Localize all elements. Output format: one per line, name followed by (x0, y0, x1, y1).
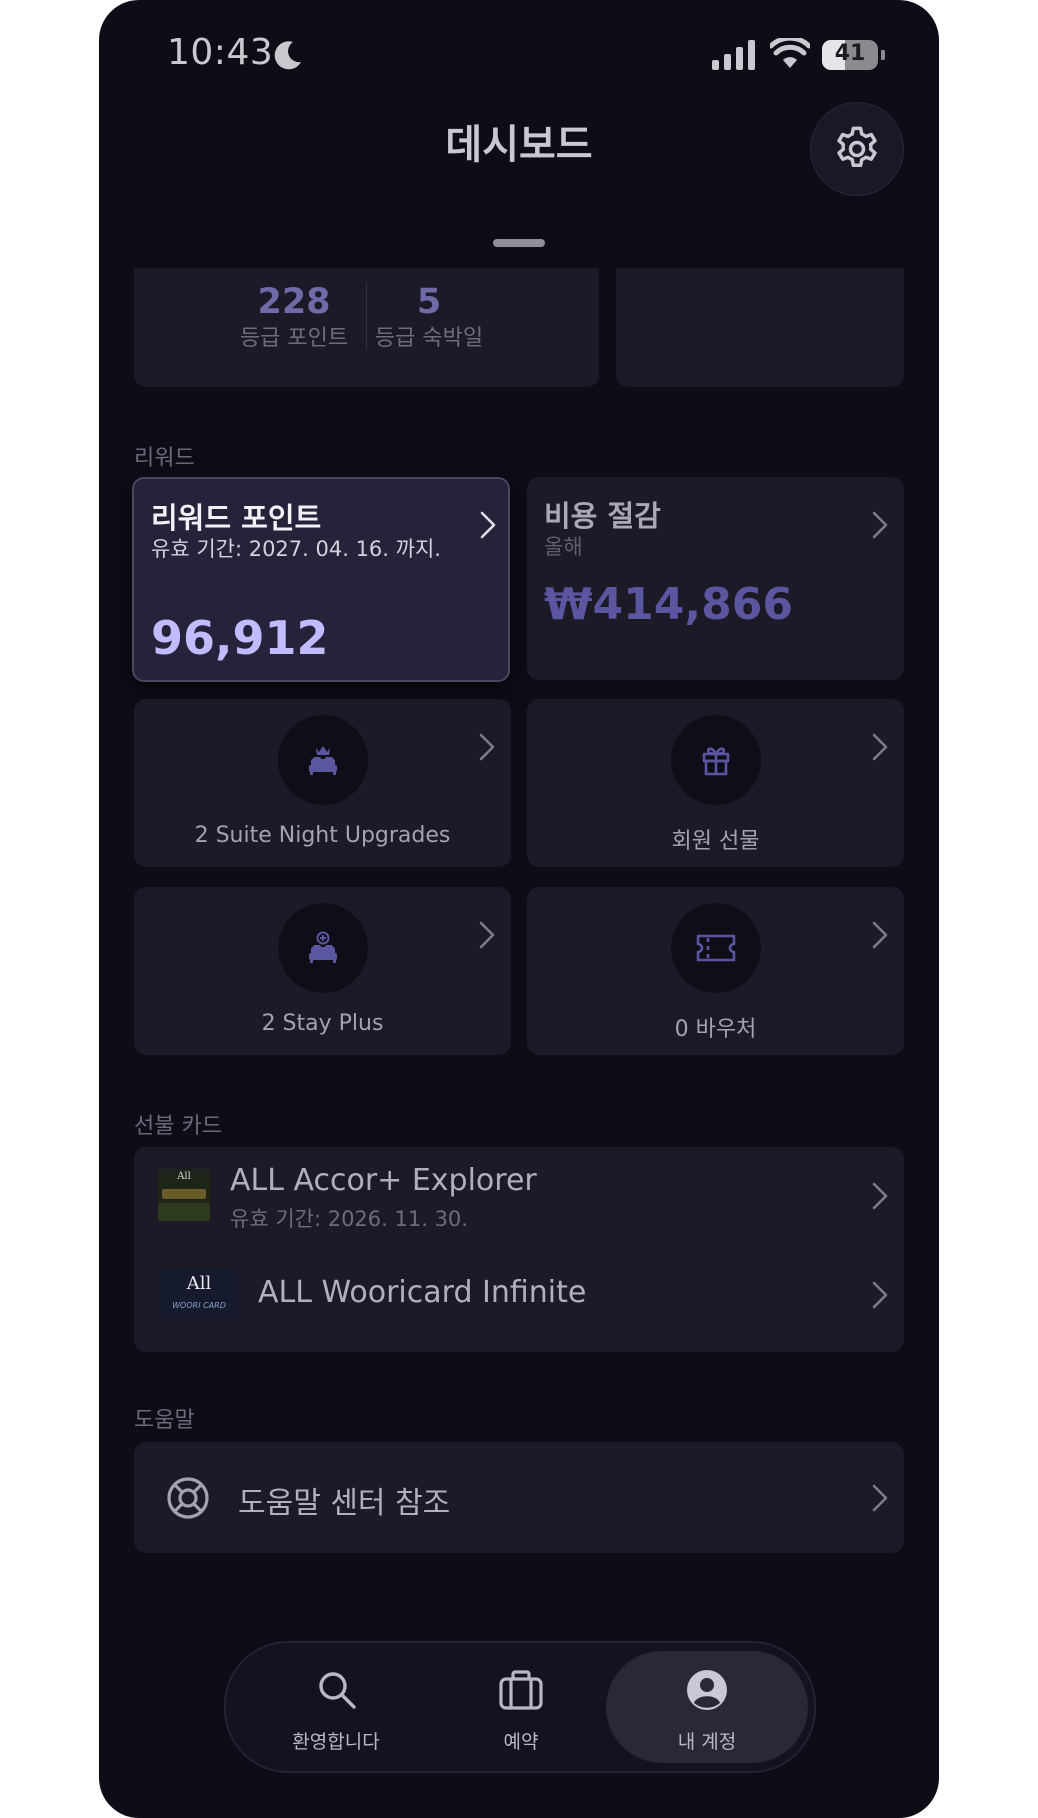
tab-welcome[interactable]: 환영합니다 (266, 1643, 406, 1771)
prepaid-item-title: ALL Wooricard Infinite (258, 1275, 587, 1310)
reward-points-value: 96,912 (151, 611, 329, 665)
prepaid-item-woori[interactable]: All WOORI CARD ALL Wooricard Infinite (134, 1251, 904, 1351)
tab-label: 내 계정 (677, 1731, 737, 1753)
accor-thumb-logo: All (177, 1171, 191, 1182)
briefcase-icon (499, 1670, 543, 1710)
tier-side-card[interactable] (616, 268, 904, 387)
rewards-section-label: 리워드 (134, 446, 195, 471)
tile-label: 0 바우처 (674, 1017, 757, 1042)
bed-crown-icon (308, 746, 337, 775)
gift-icon (702, 747, 729, 776)
reward-points-validity: 유효 기간: 2027. 04. 16. 까지. (151, 537, 441, 561)
settings-button[interactable] (810, 102, 904, 196)
search-icon (319, 1672, 356, 1709)
wifi-icon (770, 38, 810, 68)
tier-stats-card[interactable]: 228 등급 포인트 5 등급 숙박일 (134, 268, 599, 387)
status-time: 10:43 (167, 32, 274, 73)
moon-icon (274, 41, 301, 70)
reward-points-title: 리워드 포인트 (151, 501, 322, 535)
accor-card-thumbnail: All (158, 1169, 210, 1221)
gear-icon (837, 126, 877, 167)
tile-label: 회원 선물 (671, 829, 760, 854)
tier-nights-label: 등급 숙박일 (374, 326, 484, 351)
battery-percent: 41 (834, 41, 866, 66)
tile-icon-circle (277, 715, 368, 805)
tile-icon-circle (670, 903, 761, 993)
ticket-icon (696, 934, 735, 962)
chevron-right-icon (872, 733, 888, 761)
tier-nights-stat: 5 등급 숙박일 (374, 282, 484, 352)
voucher-tile[interactable]: 0 바우처 (527, 887, 904, 1055)
savings-title: 비용 절감 (544, 499, 661, 533)
tier-points-stat: 228 등급 포인트 (224, 282, 364, 352)
prepaid-section-label: 선불 카드 (134, 1114, 222, 1139)
tile-label: 2 Suite Night Upgrades (194, 823, 451, 848)
stat-divider (366, 282, 367, 350)
chevron-right-icon (480, 511, 496, 539)
tab-my-account[interactable]: 내 계정 (637, 1643, 777, 1771)
account-icon (687, 1670, 727, 1710)
prepaid-card-list: All ALL Accor+ Explorer 유효 기간: 2026. 11.… (134, 1147, 904, 1352)
chevron-right-icon (872, 921, 888, 949)
member-gift-tile[interactable]: 회원 선물 (527, 699, 904, 867)
accor-thumb-art (162, 1189, 206, 1199)
bed-plus-icon (308, 931, 337, 963)
phone-screen: 10:43 41 데시보드 228 등급 포인트 5 등급 숙박일 리워드 리워… (99, 0, 939, 1818)
tile-icon-circle (277, 903, 368, 993)
stay-plus-tile[interactable]: 2 Stay Plus (134, 887, 511, 1055)
help-section-label: 도움말 (134, 1408, 195, 1433)
sheet-grabber[interactable] (493, 239, 545, 247)
battery-indicator: 41 (822, 40, 878, 70)
chevron-right-icon (872, 1484, 888, 1512)
battery-nub (881, 50, 885, 60)
reward-points-card[interactable]: 리워드 포인트 유효 기간: 2027. 04. 16. 까지. 96,912 (132, 477, 510, 682)
suite-night-upgrades-tile[interactable]: 2 Suite Night Upgrades (134, 699, 511, 867)
savings-value: ₩414,866 (544, 579, 793, 630)
tile-label: 2 Stay Plus (261, 1011, 384, 1036)
chevron-right-icon (872, 1182, 888, 1210)
tier-points-value: 228 (257, 282, 331, 322)
tab-label: 예약 (503, 1731, 539, 1753)
tab-label: 환영합니다 (292, 1731, 380, 1753)
help-center-label: 도움말 센터 참조 (238, 1486, 451, 1521)
help-center-item[interactable]: 도움말 센터 참조 (134, 1442, 904, 1553)
tier-nights-value: 5 (416, 282, 442, 322)
prepaid-item-accor[interactable]: All ALL Accor+ Explorer 유효 기간: 2026. 11.… (134, 1147, 904, 1247)
woori-card-thumbnail: All WOORI CARD (160, 1269, 238, 1319)
savings-period: 올해 (544, 535, 583, 559)
woori-thumb-logo: All (186, 1273, 212, 1294)
savings-card[interactable]: 비용 절감 올해 ₩414,866 (527, 477, 904, 680)
cellular-signal-icon (712, 40, 755, 70)
chevron-right-icon (479, 733, 495, 761)
accor-thumb-shade (158, 1203, 210, 1221)
lifebuoy-icon (167, 1477, 209, 1519)
chevron-right-icon (479, 921, 495, 949)
tab-bar: 환영합니다 예약 내 계정 (224, 1641, 816, 1773)
tier-points-label: 등급 포인트 (239, 326, 349, 351)
tab-booking[interactable]: 예약 (451, 1643, 591, 1771)
woori-thumb-brand: WOORI CARD (172, 1301, 226, 1310)
chevron-right-icon (872, 511, 888, 539)
prepaid-item-title: ALL Accor+ Explorer (230, 1163, 537, 1198)
tile-icon-circle (670, 715, 761, 805)
chevron-right-icon (872, 1281, 888, 1309)
prepaid-item-validity: 유효 기간: 2026. 11. 30. (230, 1207, 468, 1231)
